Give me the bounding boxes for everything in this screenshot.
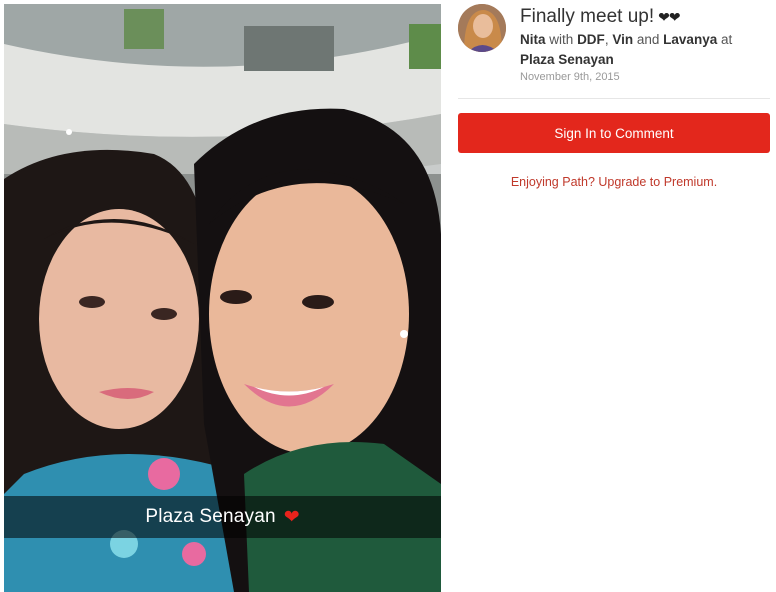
avatar-image [458,4,506,52]
photo-caption-bar: Plaza Senayan ❤ [4,496,441,538]
avatar[interactable] [458,4,506,52]
post-photo[interactable]: Plaza Senayan ❤ [4,4,441,592]
post-title-text: Finally meet up! [520,6,655,27]
at-word: at [720,32,733,47]
upgrade-premium-link[interactable]: Enjoying Path? Upgrade to Premium. [458,175,770,189]
divider [458,98,770,99]
and-word: and [636,32,660,47]
friend-link[interactable]: Vin [612,32,633,47]
photo-caption: Plaza Senayan [145,506,276,527]
sign-in-to-comment-button[interactable]: Sign In to Comment [458,113,770,153]
friend-link[interactable]: Lavanya [663,32,717,47]
author-link[interactable]: Nita [520,32,546,47]
with-word: with [549,32,574,47]
post-tagline: Nita with DDF, Vin and Lavanya at Plaza … [520,30,770,70]
post-detail-panel: Finally meet up! ❤❤ Nita with DDF, Vin an… [458,0,770,592]
post-date: November 9th, 2015 [520,71,620,83]
red-heart-icon: ❤ [283,506,300,528]
heart-emoji-icon: ❤❤ [658,9,680,25]
friend-link[interactable]: DDF [577,32,605,47]
place-link[interactable]: Plaza Senayan [520,52,614,67]
separator-comma: , [604,32,609,47]
post-title: Finally meet up! ❤❤ [520,6,681,28]
